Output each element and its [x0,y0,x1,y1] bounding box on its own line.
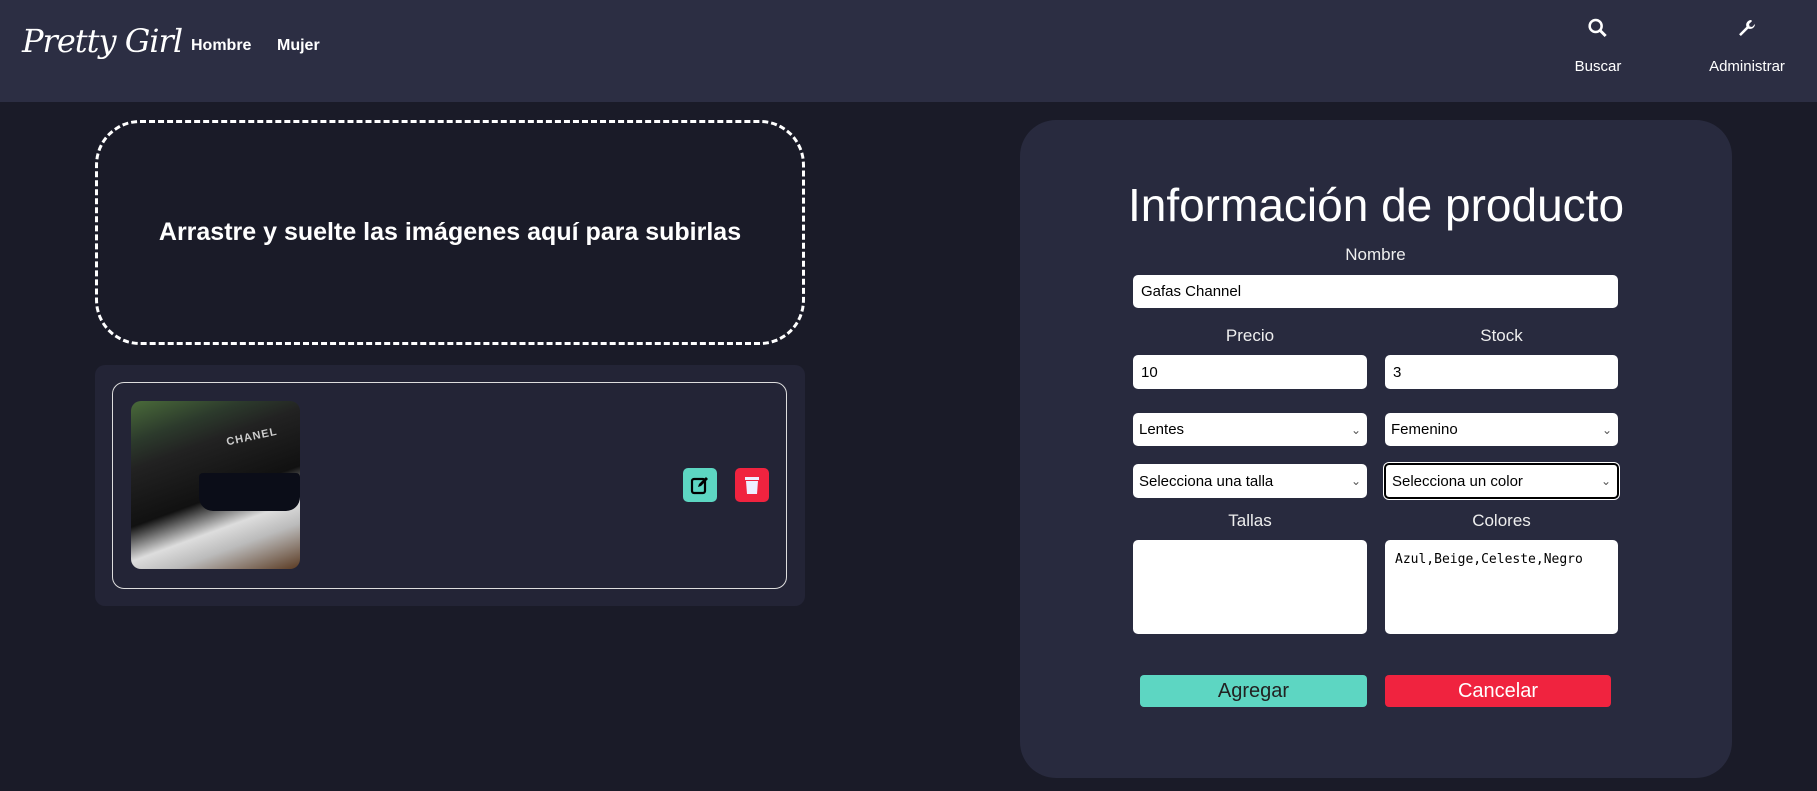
logo[interactable]: Pretty Girl [22,22,183,60]
product-image: CHANEL [131,401,300,569]
color-value: Selecciona un color [1392,472,1523,490]
stock-label: Stock [1480,326,1523,345]
chevron-down-icon: ⌄ [1350,474,1361,488]
edit-image-button[interactable] [683,468,717,502]
categoria-value: Lentes [1139,421,1185,438]
dropzone-text: Arrastre y suelte las imágenes aquí para… [158,218,742,246]
chevron-down-icon: ⌄ [1350,422,1361,437]
search-button[interactable]: Buscar [1574,18,1622,75]
talla-select[interactable]: Selecciona una talla ⌄ [1133,464,1367,498]
color-select[interactable]: Selecciona un color ⌄ [1384,463,1619,499]
colores-label: Colores [1472,511,1531,530]
nav-link-hombre[interactable]: Hombre [191,37,251,55]
talla-value: Selecciona una talla [1139,472,1274,490]
search-label: Buscar [1574,58,1622,75]
precio-label: Precio [1225,326,1275,345]
image-dropzone[interactable]: Arrastre y suelte las imágenes aquí para… [95,120,805,345]
cancelar-button[interactable]: Cancelar [1385,675,1611,707]
nav-link-mujer[interactable]: Mujer [277,37,320,55]
image-brand-text: CHANEL [225,425,279,449]
admin-label: Administrar [1709,58,1785,75]
image-list: CHANEL [95,365,805,606]
agregar-button[interactable]: Agregar [1140,675,1367,707]
precio-input[interactable]: 10 [1133,355,1367,389]
stock-input[interactable]: 3 [1385,355,1618,389]
navbar: Pretty Girl Hombre Mujer Buscar Administ… [0,0,1817,102]
trash-icon [745,477,759,494]
categoria-select[interactable]: Lentes ⌄ [1133,413,1367,446]
tallas-textarea[interactable] [1133,540,1367,634]
chevron-down-icon: ⌄ [1600,474,1611,488]
admin-button[interactable]: Administrar [1709,18,1785,75]
tallas-label: Tallas [1228,511,1272,530]
page-title: Información de producto [1127,179,1625,231]
nombre-input[interactable]: Gafas Channel [1133,275,1618,308]
delete-image-button[interactable] [735,468,769,502]
image-item: CHANEL [112,382,787,589]
colores-textarea[interactable]: Azul,Beige,Celeste,Negro [1385,540,1618,634]
search-icon [1588,18,1608,38]
edit-icon [690,477,708,495]
nombre-label: Nombre [1345,245,1406,264]
chevron-down-icon: ⌄ [1601,422,1612,437]
genero-select[interactable]: Femenino ⌄ [1385,413,1618,446]
wrench-icon [1738,20,1755,36]
genero-value: Femenino [1391,421,1458,438]
sunglasses-shape [199,473,300,511]
